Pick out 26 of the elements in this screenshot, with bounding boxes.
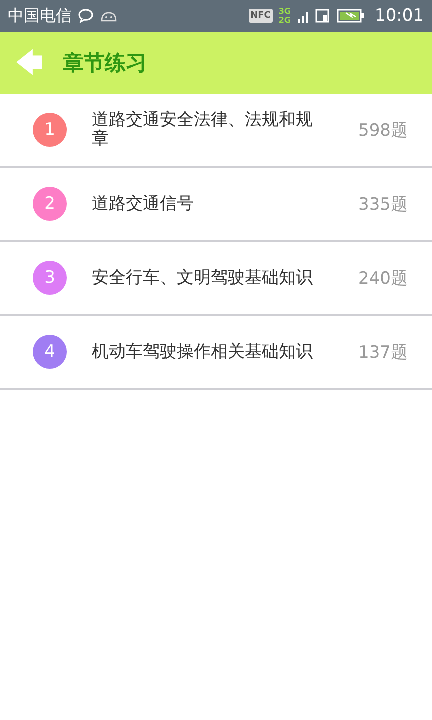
page-title: 章节练习	[63, 50, 147, 77]
chapter-title: 道路交通安全法律、法规和规章	[92, 111, 314, 149]
chat-bubble-icon	[78, 9, 94, 23]
sim-card-icon	[315, 8, 331, 24]
question-count: 137题	[358, 342, 408, 364]
chapter-title: 机动车驾驶操作相关基础知识	[92, 342, 314, 362]
network-type: 3G	[278, 7, 291, 16]
carrier-name: 中国电信	[8, 6, 72, 26]
chapter-number: 2	[33, 187, 67, 221]
question-count: 240题	[358, 268, 408, 290]
chapter-row[interactable]: 2 道路交通信号 335题	[0, 168, 432, 242]
question-count: 598题	[358, 120, 408, 142]
chapter-row[interactable]: 3 安全行车、文明驾驶基础知识 240题	[0, 242, 432, 316]
chapter-title: 安全行车、文明驾驶基础知识	[92, 268, 314, 288]
chapter-number: 1	[33, 113, 67, 147]
chapter-number: 3	[33, 261, 67, 295]
clock-time: 10:01	[375, 6, 424, 26]
network-type: 2G	[278, 16, 291, 25]
battery-icon	[337, 8, 365, 24]
question-count: 335题	[358, 194, 408, 216]
chapter-number: 4	[33, 335, 67, 369]
chapter-title: 道路交通信号	[92, 194, 195, 214]
chapter-row[interactable]: 1 道路交通安全法律、法规和规章 598题	[0, 94, 432, 168]
chapter-row[interactable]: 4 机动车驾驶操作相关基础知识 137题	[0, 316, 432, 390]
android-icon	[100, 10, 118, 22]
nfc-indicator: NFC	[248, 9, 273, 23]
